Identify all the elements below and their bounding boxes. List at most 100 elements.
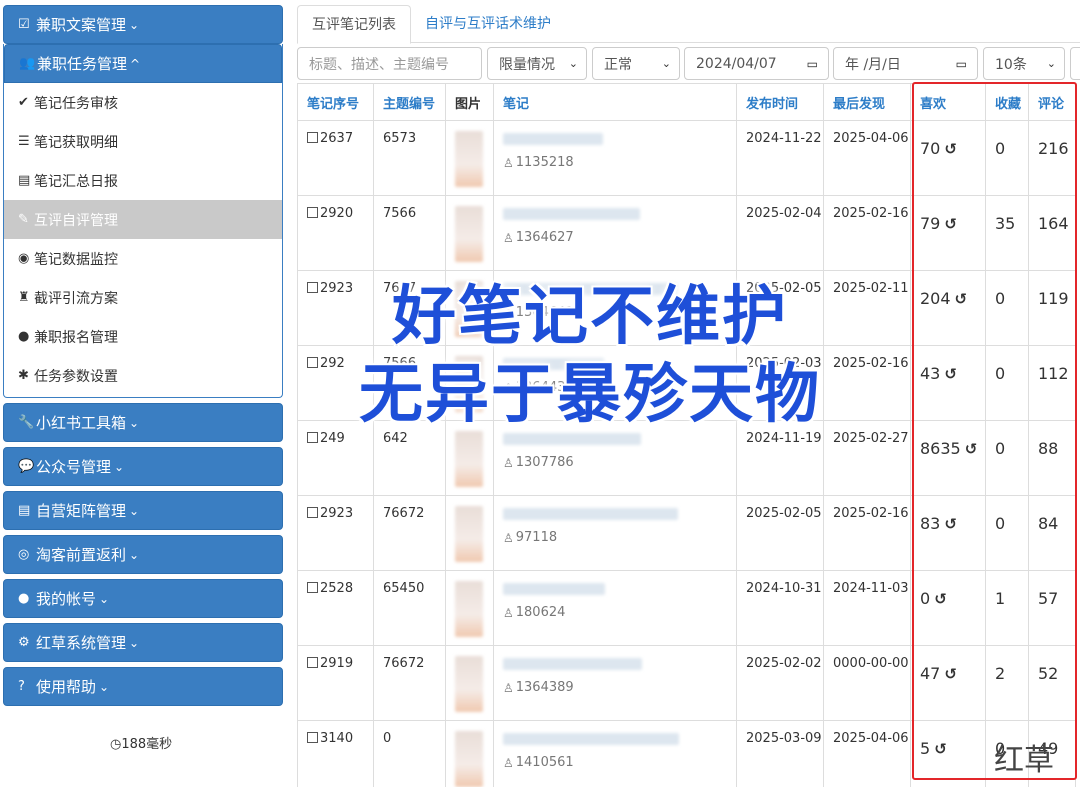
sidebar-item-traffic-plan[interactable]: ♜ 截评引流方案: [4, 278, 282, 317]
row-checkbox[interactable]: [307, 507, 318, 518]
history-icon[interactable]: ↺: [934, 740, 947, 758]
note-thumbnail[interactable]: [455, 206, 483, 262]
col-header[interactable]: 评论: [1028, 83, 1076, 121]
extra-filter[interactable]: [1070, 47, 1080, 80]
note-thumbnail[interactable]: [455, 281, 483, 337]
cell-id[interactable]: 2637: [297, 120, 374, 196]
cell-id[interactable]: 3140: [297, 720, 374, 787]
menu-taoke[interactable]: ◎ 淘客前置返利 ⌄: [3, 535, 283, 574]
date-from-input[interactable]: 2024/04/07 ▭: [684, 47, 829, 80]
row-checkbox[interactable]: [307, 732, 318, 743]
note-thumbnail[interactable]: [455, 506, 483, 562]
col-header[interactable]: 发布时间: [736, 83, 824, 121]
col-header[interactable]: 喜欢: [910, 83, 986, 121]
note-thumbnail[interactable]: [455, 431, 483, 487]
row-checkbox[interactable]: [307, 132, 318, 143]
col-header[interactable]: 最后发现: [823, 83, 911, 121]
cell-image[interactable]: [445, 645, 494, 721]
table-row[interactable]: 2637 6573 ♙ 1135218 2024-11-22 2025-04-06 70 ↺ 0…: [297, 120, 1076, 196]
note-thumbnail[interactable]: [455, 731, 483, 787]
row-checkbox[interactable]: [307, 207, 318, 218]
sidebar-item-note-review[interactable]: ✔ 笔记任务审核: [4, 83, 282, 122]
note-thumbnail[interactable]: [455, 656, 483, 712]
search-input[interactable]: 标题、描述、主题编号: [297, 47, 482, 80]
note-title-blurred[interactable]: [503, 433, 641, 445]
sidebar-item-note-detail[interactable]: ☰ 笔记获取明细: [4, 122, 282, 161]
row-checkbox[interactable]: [307, 357, 318, 368]
note-thumbnail[interactable]: [455, 131, 483, 187]
sidebar-item-mutual-review[interactable]: ✎ 互评自评管理: [4, 200, 282, 239]
note-title-blurred[interactable]: [503, 658, 642, 670]
note-title-blurred[interactable]: [503, 583, 605, 595]
cell-image[interactable]: [445, 270, 494, 346]
row-checkbox[interactable]: [307, 582, 318, 593]
menu-matrix[interactable]: ▤ 自营矩阵管理 ⌄: [3, 491, 283, 530]
cell-image[interactable]: [445, 345, 494, 421]
col-header[interactable]: 主题编号: [373, 83, 446, 121]
table-row[interactable]: 249 642 ♙ 1307786 2024-11-19 2025-02-27 8635 ↺ 0…: [297, 420, 1076, 496]
row-checkbox[interactable]: [307, 282, 318, 293]
status-select[interactable]: 正常 ⌄: [592, 47, 680, 80]
cell-note[interactable]: ♙ 180624: [493, 570, 737, 646]
history-icon[interactable]: ↺: [944, 215, 957, 233]
cell-note[interactable]: ♙ 1364641: [493, 270, 737, 346]
col-header[interactable]: 笔记: [493, 83, 737, 121]
history-icon[interactable]: ↺: [934, 590, 947, 608]
cell-note[interactable]: ♙ 1307786: [493, 420, 737, 496]
row-checkbox[interactable]: [307, 657, 318, 668]
note-title-blurred[interactable]: [503, 508, 678, 520]
cell-id[interactable]: 2528: [297, 570, 374, 646]
menu-xhs-toolbox[interactable]: 🔧 小红书工具箱 ⌄: [3, 403, 283, 442]
cell-note[interactable]: ♙ 1410561: [493, 720, 737, 787]
cell-image[interactable]: [445, 195, 494, 271]
cell-note[interactable]: ♙ 97118: [493, 495, 737, 571]
history-icon[interactable]: ↺: [955, 290, 968, 308]
menu-my-account[interactable]: ● 我的帐号 ⌄: [3, 579, 283, 618]
menu-system[interactable]: ⚙ 红草系统管理 ⌄: [3, 623, 283, 662]
cell-note[interactable]: ♙ 1364389: [493, 645, 737, 721]
history-icon[interactable]: ↺: [944, 140, 957, 158]
menu-jianzhi-renwu[interactable]: 👥 兼职任务管理 ^: [4, 44, 282, 83]
note-title-blurred[interactable]: [503, 133, 603, 145]
cell-id[interactable]: 2923: [297, 495, 374, 571]
history-icon[interactable]: ↺: [944, 365, 957, 383]
table-row[interactable]: 2923 76672 ♙ 97118 2025-02-05 2025-02-16 83 ↺ 0 8…: [297, 495, 1076, 571]
cell-id[interactable]: 249: [297, 420, 374, 496]
cell-image[interactable]: [445, 495, 494, 571]
history-icon[interactable]: ↺: [965, 440, 978, 458]
sidebar-item-data-monitor[interactable]: ◉ 笔记数据监控: [4, 239, 282, 278]
sidebar-item-daily-report[interactable]: ▤ 笔记汇总日报: [4, 161, 282, 200]
cell-id[interactable]: 2920: [297, 195, 374, 271]
cell-note[interactable]: ♙ 1364432: [493, 345, 737, 421]
sidebar-item-params[interactable]: ✱ 任务参数设置: [4, 356, 282, 395]
menu-help[interactable]: ? 使用帮助 ⌄: [3, 667, 283, 706]
table-row[interactable]: 2923 7667 ♙ 1364641 2025-02-05 2025-02-11 204 ↺…: [297, 270, 1076, 346]
note-title-blurred[interactable]: [503, 283, 677, 295]
note-thumbnail[interactable]: [455, 581, 483, 637]
tab-script-maintenance[interactable]: 自评与互评话术维护: [411, 5, 565, 42]
tab-mutual-list[interactable]: 互评笔记列表: [297, 5, 411, 44]
note-title-blurred[interactable]: [503, 733, 679, 745]
note-title-blurred[interactable]: [503, 208, 640, 220]
cell-image[interactable]: [445, 570, 494, 646]
history-icon[interactable]: ↺: [944, 665, 957, 683]
sidebar-item-signup[interactable]: ● 兼职报名管理: [4, 317, 282, 356]
table-row[interactable]: 3140 0 ♙ 1410561 2025-03-09 2025-04-06 5 ↺ 0 49: [297, 720, 1076, 787]
table-row[interactable]: 2919 76672 ♙ 1364389 2025-02-02 0000-00-00 47 ↺…: [297, 645, 1076, 721]
cell-note[interactable]: ♙ 1135218: [493, 120, 737, 196]
table-row[interactable]: 292 7566 ♙ 1364432 2025-02-03 2025-02-16 43 ↺ 0 1…: [297, 345, 1076, 421]
row-checkbox[interactable]: [307, 432, 318, 443]
page-size-select[interactable]: 10条 ⌄: [983, 47, 1065, 80]
cell-image[interactable]: [445, 420, 494, 496]
cell-note[interactable]: ♙ 1364627: [493, 195, 737, 271]
limit-select[interactable]: 限量情况 ⌄: [487, 47, 587, 80]
note-thumbnail[interactable]: [455, 356, 483, 412]
col-header[interactable]: 收藏: [985, 83, 1029, 121]
note-title-blurred[interactable]: [503, 358, 604, 370]
cell-image[interactable]: [445, 120, 494, 196]
table-row[interactable]: 2920 7566 ♙ 1364627 2025-02-04 2025-02-16 79 ↺ 3…: [297, 195, 1076, 271]
date-to-input[interactable]: 年 /月/日 ▭: [833, 47, 978, 80]
col-header[interactable]: 笔记序号: [297, 83, 374, 121]
menu-official-account[interactable]: 💬 公众号管理 ⌄: [3, 447, 283, 486]
table-row[interactable]: 2528 65450 ♙ 180624 2024-10-31 2024-11-03 0 ↺ 1 5…: [297, 570, 1076, 646]
